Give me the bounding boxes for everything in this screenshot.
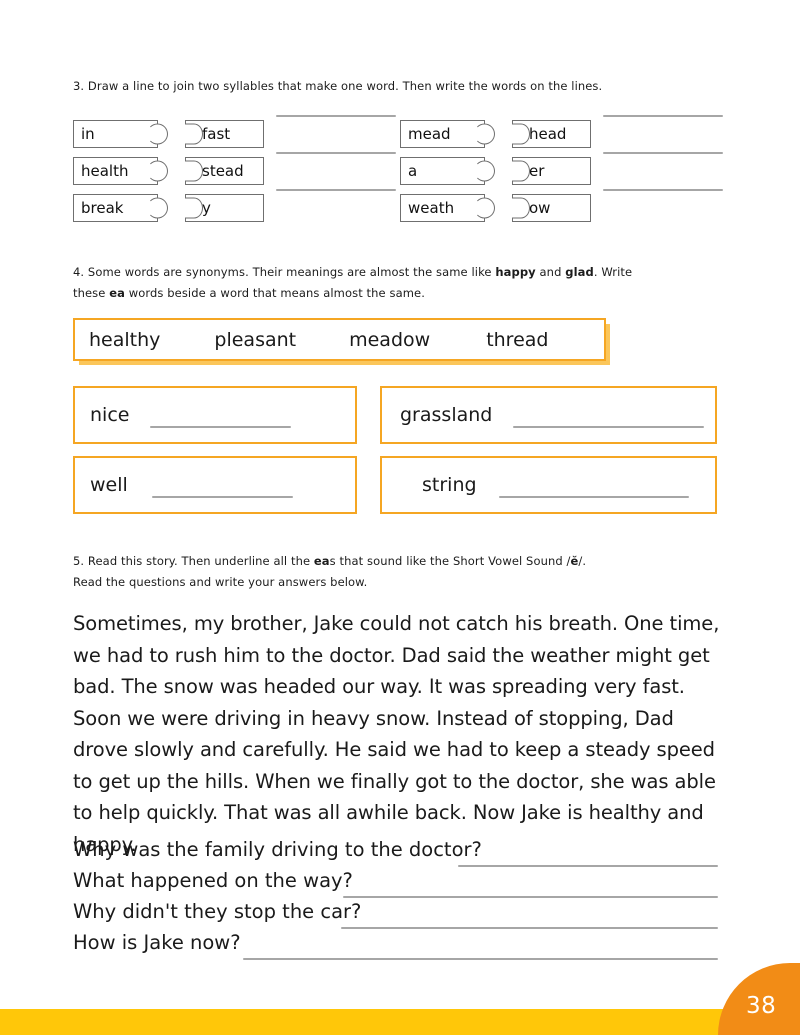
q5-bold-ea: ea — [313, 554, 330, 568]
q4-answer-box: well — [73, 456, 357, 514]
puzzle-socket-icon — [511, 123, 530, 145]
syllable-text: stead — [202, 162, 244, 180]
syllable-piece-right[interactable]: fast — [184, 120, 264, 148]
question-text: What happened on the way? — [73, 869, 353, 892]
question-text: How is Jake now? — [73, 931, 241, 954]
word-bank-item[interactable]: meadow — [349, 329, 430, 351]
question-text: Why was the family driving to the doctor… — [73, 838, 482, 861]
syllable-piece-right[interactable]: er — [511, 157, 591, 185]
syllable-text: health — [81, 162, 129, 180]
puzzle-socket-icon — [184, 123, 203, 145]
q3-instruction-text: 3. Draw a line to join two syllables tha… — [73, 79, 603, 93]
puzzle-socket-icon — [184, 197, 203, 219]
syllable-piece-left[interactable]: in — [73, 120, 168, 148]
q5-instruction: 5. Read this story. Then underline all t… — [73, 551, 733, 593]
syllable-piece-left[interactable]: health — [73, 157, 168, 185]
syllable-piece-left[interactable]: weath — [400, 194, 495, 222]
q4-answer-box: grassland — [380, 386, 717, 444]
page-number-badge: 38 — [718, 963, 800, 1035]
q5-instruction-part2: s that sound like the Short Vowel Sound … — [329, 554, 571, 568]
syllable-text: er — [529, 162, 545, 180]
q4-instruction-part2: . Write — [593, 265, 633, 279]
q3-row: health stead a er — [73, 152, 727, 191]
q3-answer-line[interactable] — [603, 115, 723, 117]
puzzle-socket-icon — [184, 160, 203, 182]
worksheet-page: 3. Draw a line to join two syllables tha… — [0, 0, 800, 1035]
q4-instruction-part3: these — [73, 286, 110, 300]
q4-instruction-part1: 4. Some words are synonyms. Their meanin… — [73, 265, 496, 279]
syllable-text: mead — [408, 125, 451, 143]
puzzle-socket-icon — [511, 197, 530, 219]
q3-row: break y weath ow — [73, 189, 727, 228]
q5-answer-line[interactable] — [458, 865, 718, 867]
q4-answer-box: nice — [73, 386, 357, 444]
word-bank-item[interactable]: healthy — [89, 329, 160, 351]
synonym-prompt: string — [422, 474, 477, 496]
q4-instruction: 4. Some words are synonyms. Their meanin… — [73, 262, 723, 304]
q4-answer-line[interactable] — [151, 496, 293, 498]
q3-answer-line[interactable] — [276, 189, 396, 191]
synonym-prompt: grassland — [400, 404, 493, 426]
puzzle-socket-icon — [511, 160, 530, 182]
q3-answer-line[interactable] — [276, 115, 396, 117]
page-number: 38 — [746, 993, 777, 1019]
q5-question-row: Why didn't they stop the car? — [73, 900, 718, 931]
q3-answer-line[interactable] — [276, 152, 396, 154]
q4-answer-line[interactable] — [498, 496, 689, 498]
q4-answer-line[interactable] — [513, 426, 705, 428]
q5-instruction-part1: 5. Read this story. Then underline all t… — [73, 554, 314, 568]
q5-question-row: Why was the family driving to the doctor… — [73, 838, 718, 869]
q4-answer-box: string — [380, 456, 717, 514]
syllable-text: weath — [408, 199, 455, 217]
syllable-text: y — [202, 199, 211, 217]
puzzle-knob-icon — [146, 123, 168, 145]
syllable-piece-right[interactable]: ow — [511, 194, 591, 222]
puzzle-knob-icon — [473, 160, 495, 182]
syllable-piece-left[interactable]: mead — [400, 120, 495, 148]
puzzle-knob-icon — [473, 123, 495, 145]
puzzle-knob-icon — [146, 197, 168, 219]
q4-answer-line[interactable] — [150, 426, 292, 428]
syllable-piece-right[interactable]: head — [511, 120, 591, 148]
q4-instruction-part4: words beside a word that means almost th… — [124, 286, 425, 300]
question-text: Why didn't they stop the car? — [73, 900, 362, 923]
syllable-piece-right[interactable]: y — [184, 194, 264, 222]
q4-bold-ea: ea — [109, 286, 125, 300]
q4-bold-happy: happy — [495, 265, 536, 279]
q4-bold-glad: glad — [565, 265, 594, 279]
q5-answer-line[interactable] — [243, 958, 718, 960]
q5-instruction-line2: Read the questions and write your answer… — [73, 575, 368, 589]
syllable-piece-left[interactable]: a — [400, 157, 495, 185]
q5-answer-line[interactable] — [341, 927, 718, 929]
q5-question-row: What happened on the way? — [73, 869, 718, 900]
puzzle-knob-icon — [146, 160, 168, 182]
q3-answer-line[interactable] — [603, 189, 723, 191]
q5-question-list: Why was the family driving to the doctor… — [73, 838, 718, 962]
q5-story-passage: Sometimes, my brother, Jake could not ca… — [73, 612, 720, 856]
syllable-text: a — [408, 162, 418, 180]
puzzle-knob-icon — [473, 197, 495, 219]
q4-instruction-and: and — [535, 265, 566, 279]
q5-instruction-part3: /. — [578, 554, 587, 568]
syllable-piece-right[interactable]: stead — [184, 157, 264, 185]
q3-syllable-grid: in fast mead head health stead a er brea… — [73, 115, 727, 229]
q5-question-row: How is Jake now? — [73, 931, 718, 962]
q3-row: in fast mead head — [73, 115, 727, 154]
word-bank-item[interactable]: thread — [486, 329, 548, 351]
q3-answer-line[interactable] — [603, 152, 723, 154]
word-bank-item[interactable]: pleasant — [214, 329, 296, 351]
syllable-text: in — [81, 125, 95, 143]
synonym-prompt: well — [90, 474, 128, 496]
footer-bar — [0, 1009, 800, 1035]
q4-word-bank: healthy pleasant meadow thread — [73, 318, 606, 361]
q3-instruction: 3. Draw a line to join two syllables tha… — [73, 76, 733, 97]
syllable-text: fast — [202, 125, 231, 143]
syllable-piece-left[interactable]: break — [73, 194, 168, 222]
syllable-text: break — [81, 199, 124, 217]
q5-answer-line[interactable] — [343, 896, 718, 898]
syllable-text: ow — [529, 199, 551, 217]
syllable-text: head — [529, 125, 567, 143]
synonym-prompt: nice — [90, 404, 130, 426]
